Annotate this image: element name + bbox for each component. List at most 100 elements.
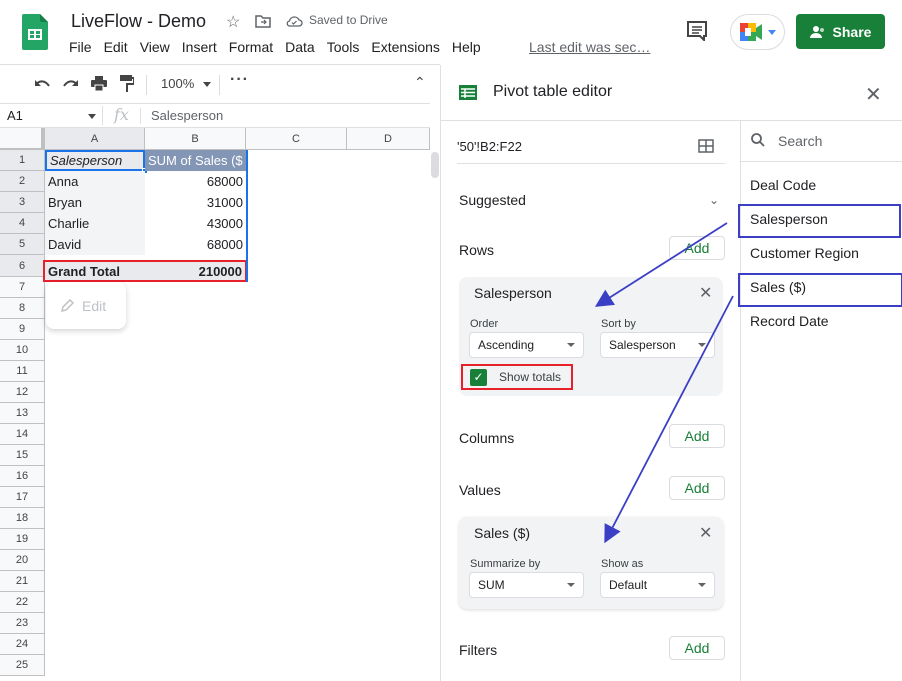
remove-value-field-icon[interactable]: ✕ (699, 523, 712, 543)
menu-format[interactable]: Format (229, 39, 279, 55)
share-button[interactable]: Share (796, 14, 885, 49)
row-header[interactable]: 16 (0, 466, 45, 487)
row-header[interactable]: 4 (0, 213, 45, 234)
row-header[interactable]: 19 (0, 529, 45, 550)
redo-icon[interactable] (63, 78, 79, 88)
paint-format-icon[interactable] (120, 75, 134, 92)
remove-row-field-icon[interactable]: ✕ (699, 283, 712, 303)
row-header[interactable]: 20 (0, 550, 45, 571)
pivot-row-value[interactable]: 31000 (145, 192, 246, 213)
pivot-editor-config: '50'!B2:F22 Suggested ⌄ Rows Add Salespe… (441, 121, 740, 681)
pivot-row-label[interactable]: Charlie (45, 213, 145, 234)
column-header-b[interactable]: B (145, 128, 246, 150)
chevron-down-icon[interactable] (203, 82, 211, 87)
more-icon[interactable]: ··· (230, 71, 249, 89)
show-totals-label[interactable]: Show totals (499, 370, 561, 384)
select-range-icon[interactable] (698, 139, 714, 153)
cell-b1[interactable]: SUM of Sales ($ (145, 150, 246, 171)
collapse-toolbar-icon[interactable]: ⌃ (414, 74, 426, 91)
sort-by-select[interactable]: Salesperson (600, 332, 715, 358)
column-header-c[interactable]: C (246, 128, 347, 150)
row-header[interactable]: 21 (0, 571, 45, 592)
row-header[interactable]: 7 (0, 277, 45, 298)
undo-icon[interactable] (34, 78, 50, 88)
dropdown-caret-icon (567, 343, 575, 347)
toolbar-separator (219, 75, 220, 95)
vertical-scrollbar[interactable] (431, 152, 439, 178)
pivot-row-label[interactable]: Bryan (45, 192, 145, 213)
add-filter-button[interactable]: Add (669, 636, 725, 660)
name-box[interactable]: A1 (7, 108, 23, 123)
column-header-a[interactable]: A (45, 128, 145, 150)
row-header[interactable]: 13 (0, 403, 45, 424)
show-as-select[interactable]: Default (600, 572, 715, 598)
edit-pivot-popup[interactable]: Edit (46, 282, 126, 329)
data-range[interactable]: '50'!B2:F22 (457, 139, 522, 154)
order-select[interactable]: Ascending (469, 332, 584, 358)
cell-a1[interactable]: Salesperson (45, 150, 145, 171)
pivot-row-value[interactable]: 43000 (145, 213, 246, 234)
summarize-by-select[interactable]: SUM (469, 572, 584, 598)
menu-insert[interactable]: Insert (182, 39, 223, 55)
row-header[interactable]: 10 (0, 340, 45, 361)
field-customer-region[interactable]: Customer Region (750, 245, 859, 261)
field-search-input[interactable]: Search (778, 133, 822, 149)
zoom-select[interactable]: 100% (161, 76, 194, 91)
document-title[interactable]: LiveFlow - Demo (71, 11, 206, 32)
row-header[interactable]: 11 (0, 361, 45, 382)
row-header[interactable]: 6 (0, 255, 45, 277)
formula-bar: A1 fx Salesperson (0, 103, 430, 128)
row-header[interactable]: 8 (0, 298, 45, 319)
menu-data[interactable]: Data (285, 39, 321, 55)
print-icon[interactable] (91, 76, 107, 91)
row-header[interactable]: 2 (0, 171, 45, 192)
chevron-down-icon[interactable] (88, 114, 96, 119)
meet-button[interactable] (730, 14, 785, 50)
add-row-button[interactable]: Add (669, 236, 725, 260)
close-icon[interactable]: ✕ (865, 82, 882, 107)
field-deal-code[interactable]: Deal Code (750, 177, 816, 193)
row-header[interactable]: 15 (0, 445, 45, 466)
last-edit-link[interactable]: Last edit was sec… (529, 39, 650, 55)
suggested-label[interactable]: Suggested (459, 192, 526, 208)
move-folder-icon[interactable] (255, 14, 271, 28)
pivot-row-value[interactable]: 68000 (145, 171, 246, 192)
row-header[interactable]: 3 (0, 192, 45, 213)
row-header[interactable]: 12 (0, 382, 45, 403)
column-header-d[interactable]: D (347, 128, 430, 150)
formula-input[interactable]: Salesperson (151, 108, 223, 123)
row-header[interactable]: 25 (0, 655, 45, 676)
pivot-row-label[interactable]: Anna (45, 171, 145, 192)
person-icon (809, 25, 824, 38)
cloud-saved-icon[interactable] (285, 15, 303, 27)
add-column-button[interactable]: Add (669, 424, 725, 448)
menu-edit[interactable]: Edit (104, 39, 134, 55)
menu-view[interactable]: View (140, 39, 176, 55)
row-header[interactable]: 17 (0, 487, 45, 508)
values-label: Values (459, 482, 501, 498)
pivot-row-label[interactable]: David (45, 234, 145, 255)
chevron-down-icon[interactable]: ⌄ (709, 193, 719, 207)
menu-extensions[interactable]: Extensions (371, 39, 445, 55)
sheets-logo-icon[interactable] (22, 14, 48, 50)
menu-help[interactable]: Help (452, 39, 487, 55)
menu-tools[interactable]: Tools (327, 39, 366, 55)
row-header[interactable]: 23 (0, 613, 45, 634)
row-header[interactable]: 24 (0, 634, 45, 655)
pivot-row-value[interactable]: 68000 (145, 234, 246, 255)
dropdown-caret-icon (698, 343, 706, 347)
row-header[interactable]: 9 (0, 319, 45, 340)
star-icon[interactable]: ☆ (226, 12, 240, 32)
row-header[interactable]: 18 (0, 508, 45, 529)
grand-total-row[interactable]: Grand Total 210000 (43, 260, 247, 282)
menu-file[interactable]: File (69, 39, 98, 55)
show-totals-checkbox[interactable]: ✓ (470, 369, 487, 386)
row-header[interactable]: 22 (0, 592, 45, 613)
add-value-button[interactable]: Add (669, 476, 725, 500)
field-record-date[interactable]: Record Date (750, 313, 829, 329)
row-header[interactable]: 14 (0, 424, 45, 445)
select-all-corner[interactable] (0, 128, 45, 152)
comment-icon[interactable] (686, 21, 708, 41)
row-header[interactable]: 1 (0, 150, 45, 171)
row-header[interactable]: 5 (0, 234, 45, 255)
